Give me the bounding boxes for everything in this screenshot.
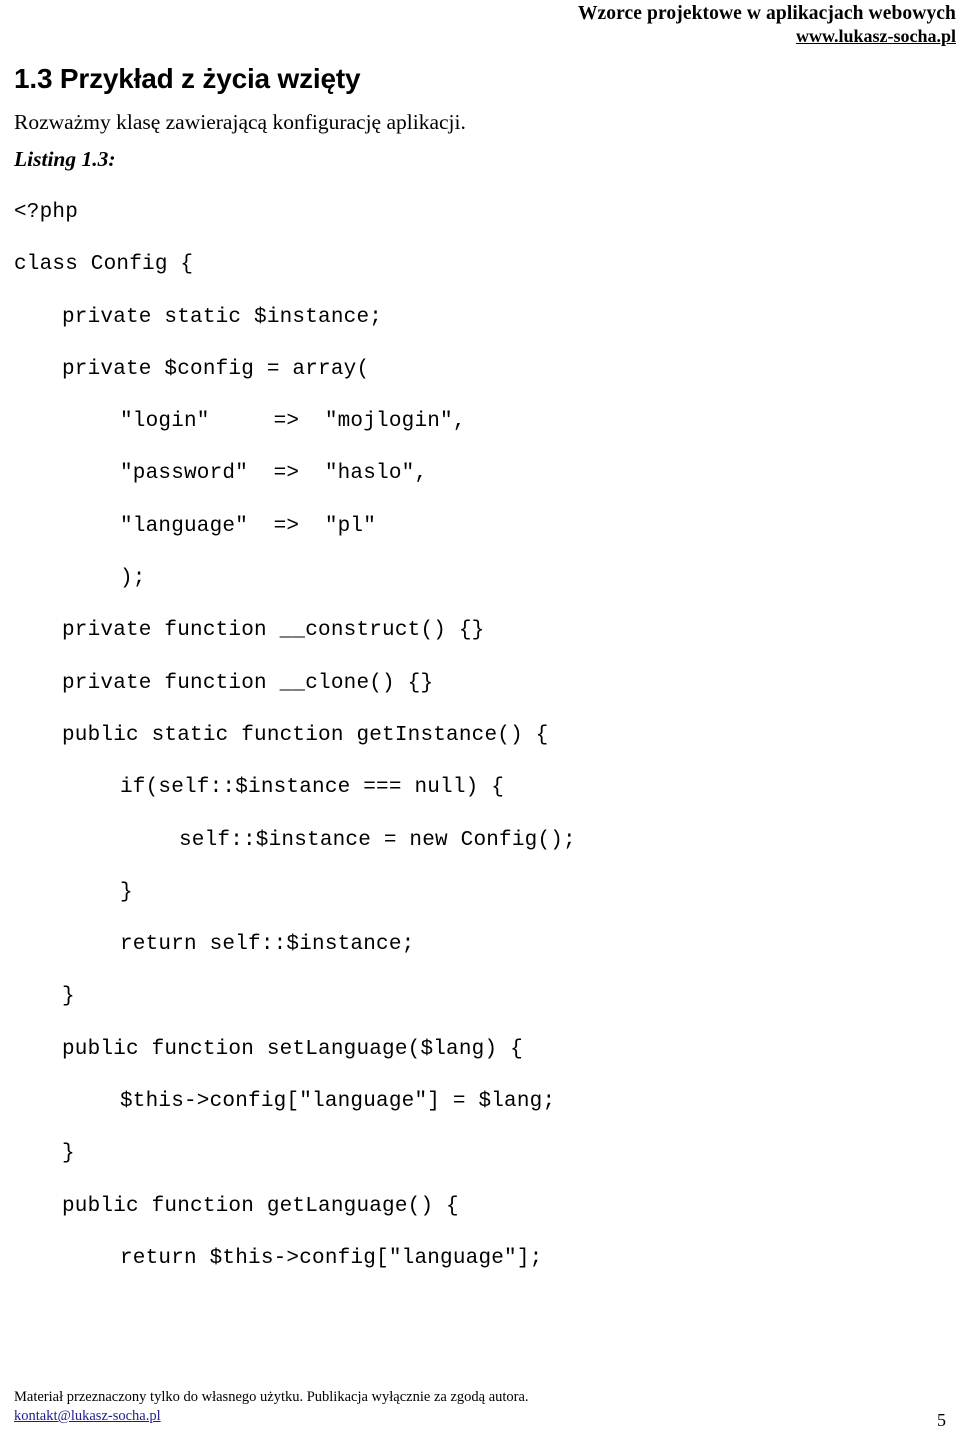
author-website-link[interactable]: www.lukasz-socha.pl: [0, 25, 960, 47]
code-line: class Config {: [14, 253, 194, 277]
code-line: <?php: [14, 201, 79, 224]
code-line: );: [120, 567, 146, 591]
intro-paragraph: Rozważmy klasę zawierającą konfigurację …: [14, 110, 466, 134]
code-line: "login" => "mojlogin",: [120, 410, 466, 434]
document-title: Wzorce projektowe w aplikacjach webowych: [577, 3, 956, 24]
page-number: 5: [937, 1410, 946, 1430]
code-line: "language" => "pl": [120, 514, 377, 538]
code-line: }: [62, 1142, 75, 1166]
code-line: $this->config["language"] = $lang;: [120, 1090, 556, 1114]
code-line: private function __construct() {}: [62, 619, 485, 643]
code-line: private $config = array(: [62, 357, 370, 381]
code-listing-block: <?php class Config { private static $insta…: [14, 187, 946, 1285]
code-line: private function __clone() {}: [62, 671, 434, 695]
section-heading: 1.3 Przykład z życia wzięty: [14, 63, 361, 94]
code-line: public function setLanguage($lang) {: [62, 1037, 523, 1061]
page-footer: Materiał przeznaczony tylko do własnego …: [14, 1388, 946, 1430]
code-line: public function getLanguage() {: [62, 1194, 459, 1218]
document-body: 1.3 Przykład z życia wzięty Rozważmy kla…: [14, 62, 946, 1285]
footer-email-link[interactable]: kontakt@lukasz-socha.pl: [14, 1407, 161, 1426]
code-line: "password" => "haslo",: [120, 462, 428, 486]
footer-copyright-note: Materiał przeznaczony tylko do własnego …: [14, 1389, 529, 1405]
page-running-header: Wzorce projektowe w aplikacjach webowych…: [0, 0, 960, 47]
code-line: }: [62, 985, 75, 1009]
code-line: }: [120, 880, 133, 904]
code-line: self::$instance = new Config();: [179, 828, 576, 852]
listing-caption: Listing 1.3:: [14, 147, 116, 171]
code-line: public static function getInstance() {: [62, 723, 549, 747]
code-line: if(self::$instance === null) {: [120, 776, 505, 800]
code-line: return $this->config["language"];: [120, 1246, 543, 1270]
code-line: return self::$instance;: [120, 933, 415, 957]
code-line: private static $instance;: [62, 305, 383, 329]
